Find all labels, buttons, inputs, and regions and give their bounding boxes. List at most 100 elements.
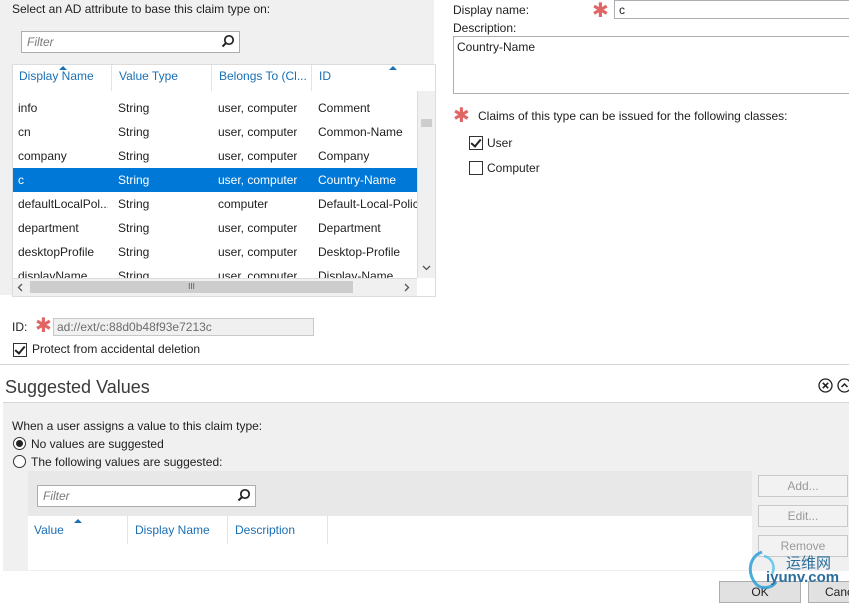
column-divider[interactable] (111, 65, 112, 91)
id-label: ID: (12, 320, 28, 334)
cell-value-type: String (118, 125, 150, 139)
cell-id: Department (318, 221, 381, 235)
classes-label: Claims of this type can be issued for th… (478, 109, 788, 123)
column-divider[interactable] (227, 516, 228, 544)
column-header-description[interactable]: Description (235, 523, 295, 537)
cell-value-type: String (118, 221, 150, 235)
suggested-prompt: When a user assigns a value to this clai… (12, 419, 263, 433)
following-values-radio[interactable] (13, 455, 26, 468)
table-row[interactable]: defaultLocalPol... String computer Defau… (13, 192, 417, 216)
search-icon[interactable] (221, 34, 235, 48)
cell-belongs-to: computer (218, 197, 269, 211)
id-value: ad://ext/c:88d0b48f93e7213c (57, 320, 212, 334)
cell-belongs-to: user, computer (218, 149, 298, 163)
cell-value-type: String (118, 101, 150, 115)
suggested-values-title: Suggested Values (5, 377, 150, 397)
column-header-belongs-to[interactable]: Belongs To (Cl... (219, 69, 307, 83)
cell-id: Default-Local-Polic (318, 197, 417, 211)
edit-value-button[interactable]: Edit... (758, 505, 848, 527)
id-field: ad://ext/c:88d0b48f93e7213c (53, 318, 314, 336)
suggested-values-table[interactable]: Value Display Name Description (28, 516, 752, 570)
add-value-button[interactable]: Add... (758, 475, 848, 497)
cell-value-type: String (118, 245, 150, 259)
vertical-scrollbar[interactable] (417, 91, 435, 278)
class-computer-label: Computer (487, 161, 540, 175)
class-user-label: User (487, 136, 513, 150)
cell-id: Company (318, 149, 370, 163)
table-row[interactable]: displayName String user, computer Displa… (13, 264, 417, 278)
search-icon[interactable] (237, 488, 251, 502)
cell-belongs-to: user, computer (218, 125, 298, 139)
table-row[interactable]: department String user, computer Departm… (13, 216, 417, 240)
column-header-id[interactable]: ID (319, 69, 331, 83)
cell-id: Desktop-Profile (318, 245, 401, 259)
suggested-filter-input[interactable] (41, 488, 225, 504)
scrollbar-thumb[interactable] (421, 119, 432, 127)
following-values-label: The following values are suggested: (31, 455, 223, 469)
cell-belongs-to: user, computer (218, 245, 298, 259)
cell-display-name: desktopProfile (18, 245, 95, 259)
column-divider[interactable] (127, 516, 128, 544)
scrollbar-thumb[interactable]: III (30, 281, 353, 293)
cell-belongs-to: user, computer (218, 173, 298, 187)
required-asterisk-icon: ✱ (592, 0, 609, 22)
column-header-value-type[interactable]: Value Type (119, 69, 178, 83)
sort-ascending-icon (74, 519, 82, 523)
cell-belongs-to: user, computer (218, 221, 298, 235)
attribute-table[interactable]: Display Name Value Type Belongs To (Cl..… (12, 64, 436, 297)
cell-belongs-to: user, computer (218, 269, 298, 278)
collapse-section-icon[interactable] (837, 378, 849, 393)
chevron-right-icon[interactable] (404, 283, 410, 292)
attribute-filter-field[interactable] (21, 31, 240, 53)
section-divider (0, 364, 849, 365)
column-divider[interactable] (327, 516, 328, 544)
cell-value-type: String (118, 149, 150, 163)
class-computer-checkbox[interactable] (469, 161, 483, 175)
column-divider[interactable] (311, 65, 312, 91)
cell-value-type: String (118, 269, 150, 278)
close-section-icon[interactable] (818, 378, 833, 393)
table-row[interactable]: cn String user, computer Common-Name (13, 120, 417, 144)
description-label: Description: (453, 21, 517, 35)
column-header-display-name[interactable]: Display Name (135, 523, 210, 537)
required-asterisk-icon: ✱ (453, 103, 470, 127)
chevron-left-icon[interactable] (17, 283, 23, 292)
no-values-label: No values are suggested (31, 437, 164, 451)
display-name-input[interactable]: c (614, 0, 849, 19)
horizontal-scrollbar[interactable]: III (13, 278, 417, 296)
description-value: Country-Name (457, 40, 536, 54)
attribute-filter-input[interactable] (25, 34, 209, 50)
cell-id: Display-Name (318, 269, 394, 278)
cell-belongs-to: user, computer (218, 101, 298, 115)
protect-deletion-checkbox[interactable] (13, 343, 27, 357)
suggested-filter-field[interactable] (37, 485, 256, 507)
column-header-value[interactable]: Value (34, 523, 64, 537)
watermark-text-en: iyunv.com (766, 569, 840, 586)
table-header: Display Name Value Type Belongs To (Cl..… (13, 65, 417, 91)
attribute-heading: Select an AD attribute to base this clai… (12, 2, 271, 16)
cell-id: Comment (318, 101, 371, 115)
cell-display-name: cn (18, 125, 31, 139)
cell-display-name: displayName (18, 269, 88, 278)
table-row-selected[interactable]: c String user, computer Country-Name (13, 168, 417, 192)
cell-value-type: String (118, 173, 150, 187)
no-values-radio[interactable] (13, 437, 26, 450)
cell-display-name: company (18, 149, 67, 163)
required-asterisk-icon: ✱ (35, 313, 52, 337)
cell-id: Common-Name (318, 125, 403, 139)
chevron-down-icon[interactable] (422, 265, 431, 271)
cell-display-name: defaultLocalPol... (18, 197, 108, 211)
sort-ascending-icon (389, 66, 397, 70)
display-name-value: c (619, 3, 625, 17)
table-row[interactable]: info String user, computer Comment (13, 96, 417, 120)
display-name-label: Display name: (453, 3, 530, 17)
description-textarea[interactable]: Country-Name (453, 36, 849, 94)
protect-deletion-label: Protect from accidental deletion (32, 342, 201, 356)
class-user-checkbox[interactable] (469, 136, 483, 150)
table-row[interactable]: company String user, computer Company (13, 144, 417, 168)
table-row[interactable]: desktopProfile String user, computer Des… (13, 240, 417, 264)
cell-id: Country-Name (318, 173, 397, 187)
column-divider[interactable] (211, 65, 212, 91)
cell-display-name: info (18, 101, 38, 115)
column-header-display-name[interactable]: Display Name (19, 69, 94, 83)
